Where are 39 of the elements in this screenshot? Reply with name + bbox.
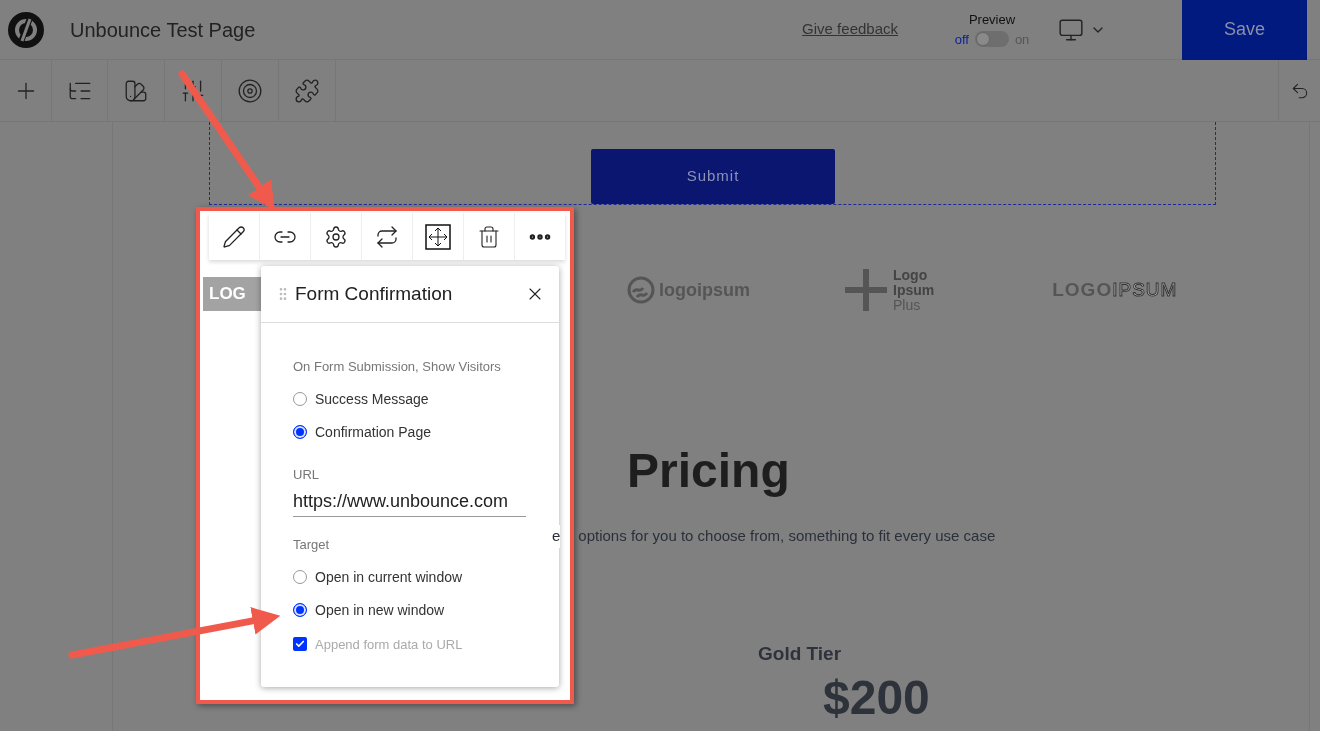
url-label: URL: [293, 465, 320, 484]
cross-logo-icon: [843, 267, 889, 313]
logo-text: LOG: [209, 283, 246, 306]
puzzle-icon[interactable]: [294, 77, 320, 104]
radio-label[interactable]: Confirmation Page: [315, 421, 431, 443]
preview-label: Preview: [968, 11, 1016, 29]
url-field[interactable]: https://www.unbounce.com: [293, 488, 526, 517]
radio-label[interactable]: Success Message: [315, 388, 429, 410]
wave-circle-icon: [627, 276, 655, 304]
subtitle-fragment: e: [552, 525, 561, 548]
target-icon[interactable]: [237, 77, 263, 104]
save-button[interactable]: Save: [1182, 0, 1307, 60]
logo-text: Ipsum: [893, 282, 935, 298]
resize-icon[interactable]: [425, 223, 451, 250]
dialog-title: Form Confirmation: [295, 281, 453, 306]
radio-button[interactable]: [293, 425, 307, 439]
toggle-off-label: off: [954, 30, 969, 49]
tier-name: Gold Tier: [758, 641, 843, 666]
page-title: Unbounce Test Page: [70, 17, 256, 43]
logo-text: Logo: [893, 267, 929, 283]
preview-toggle[interactable]: [974, 31, 1009, 48]
radio-button[interactable]: [293, 603, 307, 617]
submit-button[interactable]: Submit: [591, 149, 835, 204]
logo-text: IPSUM: [1112, 277, 1178, 302]
tier-price: $200: [823, 674, 931, 722]
pricing-subtitle: options for you to choose from, something to fit every use case: [578, 526, 996, 546]
radio-label[interactable]: Open in new window: [315, 599, 445, 621]
trash-icon[interactable]: [477, 224, 501, 249]
radio-label[interactable]: Open in current window: [315, 566, 463, 588]
target-label: Target: [293, 536, 331, 554]
settings-icon[interactable]: [324, 224, 348, 249]
radio-button[interactable]: [293, 570, 307, 584]
section-label: On Form Submission, Show Visitors: [293, 358, 502, 376]
pricing-heading: Pricing: [627, 447, 791, 495]
pencil-icon[interactable]: [222, 224, 246, 249]
repeat-icon[interactable]: [375, 224, 399, 249]
radio-button[interactable]: [293, 392, 307, 406]
brand-logo-icon[interactable]: [8, 11, 44, 48]
append-checkbox[interactable]: [293, 637, 307, 652]
